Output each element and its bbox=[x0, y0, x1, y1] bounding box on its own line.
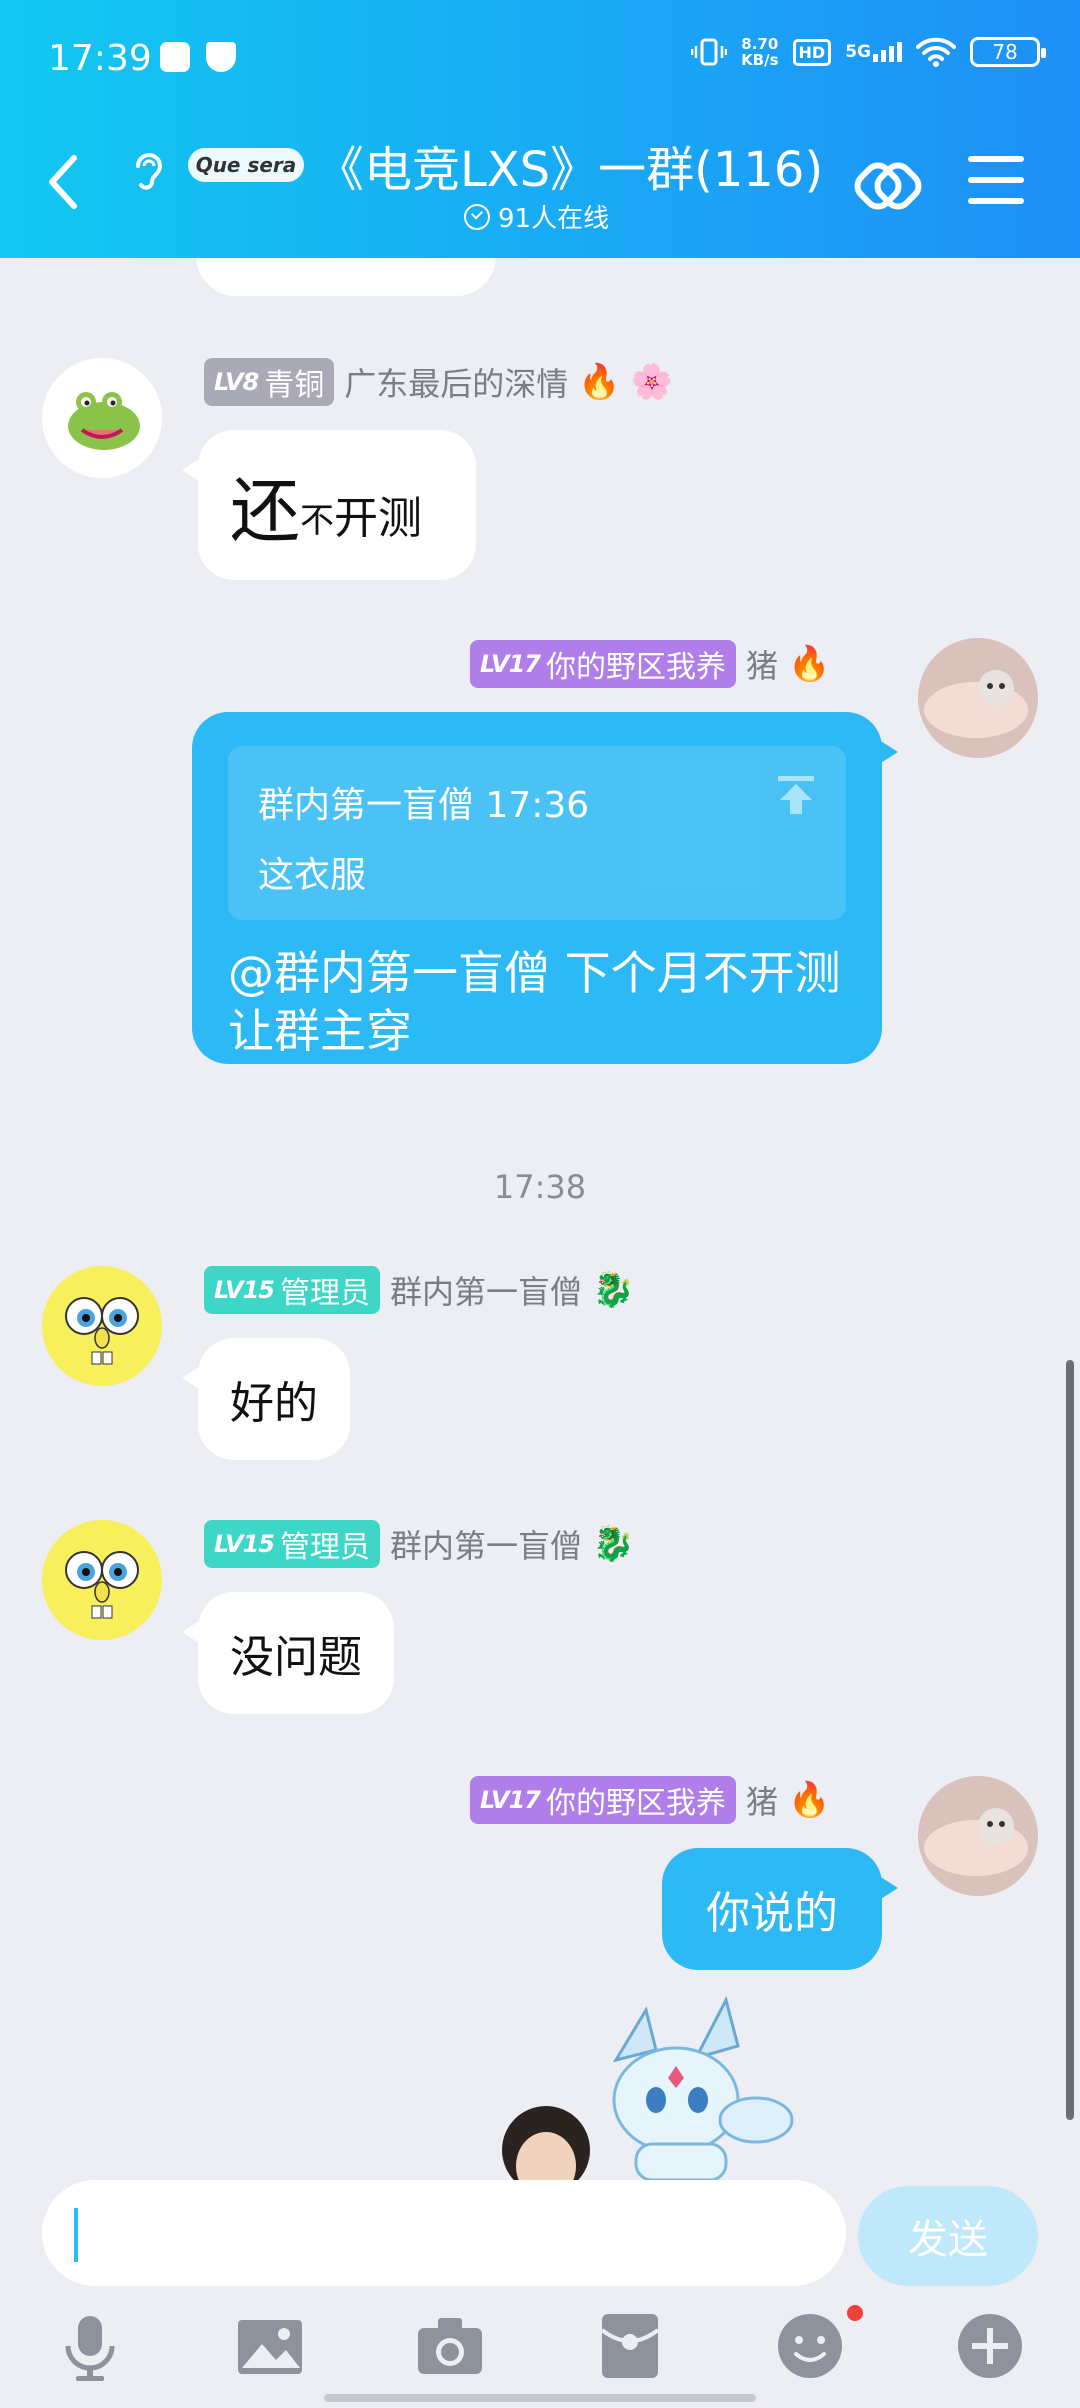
shield-icon bbox=[206, 42, 236, 72]
message-input[interactable] bbox=[42, 2180, 846, 2286]
send-button[interactable]: 发送 bbox=[858, 2186, 1038, 2286]
chat-header: 17:39 8.70 KB/s HD 5G 78 Que sera 《电竞LXS》… bbox=[0, 0, 1080, 258]
level-badge: LV17 你的野区我养 bbox=[470, 640, 736, 688]
message-bubble[interactable]: 还 不 开测 bbox=[182, 430, 476, 580]
hd-badge: HD bbox=[792, 38, 832, 66]
back-icon[interactable] bbox=[40, 150, 90, 214]
emoji-icon[interactable] bbox=[774, 2310, 846, 2382]
flower-icon: 🌸 bbox=[630, 362, 673, 402]
status-indicators: 8.70 KB/s HD 5G 78 bbox=[691, 35, 1046, 69]
image-icon[interactable] bbox=[234, 2310, 306, 2382]
message-bubble[interactable]: 没问题 bbox=[182, 1592, 394, 1714]
avatar[interactable] bbox=[42, 1520, 162, 1640]
vibrate-icon bbox=[691, 38, 728, 66]
signal-indicator: 5G bbox=[845, 42, 902, 62]
sender-row: LV15 管理员 群内第一盲僧 🐉 bbox=[204, 1266, 634, 1314]
level-badge: LV15 管理员 bbox=[204, 1520, 380, 1568]
ear-icon[interactable] bbox=[130, 148, 164, 194]
dragon-icon: 🐉 bbox=[591, 1270, 635, 1310]
avatar[interactable] bbox=[42, 1266, 162, 1386]
net-speed: 8.70 KB/s bbox=[741, 35, 779, 69]
status-time: 17:39 bbox=[48, 38, 152, 79]
timestamp: 17:38 bbox=[493, 1168, 587, 1206]
camera-icon[interactable] bbox=[414, 2310, 486, 2382]
home-indicator[interactable] bbox=[324, 2394, 756, 2402]
plus-icon[interactable] bbox=[954, 2310, 1026, 2382]
sender-name[interactable]: 广东最后的深情 bbox=[344, 359, 568, 405]
chat-title[interactable]: 《电竞LXS》一群(116) bbox=[316, 130, 823, 200]
wifi-icon bbox=[916, 37, 956, 67]
jump-to-quote-icon[interactable] bbox=[776, 774, 816, 816]
sender-name[interactable]: 猪 bbox=[746, 641, 778, 687]
sender-name[interactable]: 群内第一盲僧 bbox=[390, 1521, 582, 1567]
partial-message-bubble bbox=[196, 258, 496, 296]
sticker-image[interactable] bbox=[476, 1980, 796, 2180]
red-packet-icon[interactable] bbox=[594, 2310, 666, 2382]
mail-icon bbox=[160, 42, 190, 72]
quote-meta: 群内第一盲僧 17:36 bbox=[258, 785, 590, 826]
status-app-icons bbox=[160, 42, 236, 72]
quoted-message[interactable]: 群内第一盲僧 17:36 这衣服 bbox=[228, 746, 846, 920]
message-text: @群内第一盲僧 下个月不开测让群主穿 bbox=[228, 946, 841, 1058]
message-list[interactable]: LV8 青铜 广东最后的深情 🔥 🌸 还 不 开测 LV17 你的野区我养 猪 🔥 … bbox=[0, 258, 1080, 2180]
dragon-icon: 🐉 bbox=[591, 1524, 635, 1564]
notification-dot bbox=[847, 2305, 863, 2321]
fire-icon: 🔥 bbox=[787, 1780, 831, 1820]
group-logo[interactable]: Que sera bbox=[186, 134, 306, 194]
link-icon[interactable] bbox=[852, 150, 924, 222]
scrollbar[interactable] bbox=[1066, 1360, 1074, 2120]
message-bubble[interactable]: 你说的 bbox=[662, 1848, 898, 1970]
sender-row: LV15 管理员 群内第一盲僧 🐉 bbox=[204, 1520, 634, 1568]
fire-icon: 🔥 bbox=[578, 362, 621, 402]
input-toolbar bbox=[0, 2310, 1080, 2386]
online-count[interactable]: 91人在线 bbox=[464, 198, 609, 235]
message-bubble[interactable]: 好的 bbox=[182, 1338, 350, 1460]
battery-indicator: 78 bbox=[970, 37, 1046, 67]
online-check-icon bbox=[464, 203, 490, 230]
sender-name[interactable]: 猪 bbox=[746, 1777, 778, 1823]
group-logo-text: Que sera bbox=[196, 153, 297, 177]
my-avatar[interactable] bbox=[918, 1776, 1038, 1896]
menu-icon[interactable] bbox=[968, 156, 1024, 208]
level-badge: LV17 你的野区我养 bbox=[470, 1776, 736, 1824]
fire-icon: 🔥 bbox=[787, 644, 831, 684]
sender-row: LV17 你的野区我养 猪 🔥 bbox=[470, 640, 830, 688]
level-badge: LV15 管理员 bbox=[204, 1266, 380, 1314]
sender-name[interactable]: 群内第一盲僧 bbox=[390, 1267, 582, 1313]
avatar[interactable] bbox=[42, 358, 162, 478]
mic-icon[interactable] bbox=[54, 2310, 126, 2382]
sender-row: LV17 你的野区我养 猪 🔥 bbox=[470, 1776, 830, 1824]
sender-row: LV8 青铜 广东最后的深情 🔥 🌸 bbox=[204, 358, 673, 406]
my-avatar[interactable] bbox=[918, 638, 1038, 758]
level-badge: LV8 青铜 bbox=[204, 358, 335, 406]
quote-text: 这衣服 bbox=[258, 855, 367, 896]
text-caret bbox=[74, 2208, 78, 2262]
